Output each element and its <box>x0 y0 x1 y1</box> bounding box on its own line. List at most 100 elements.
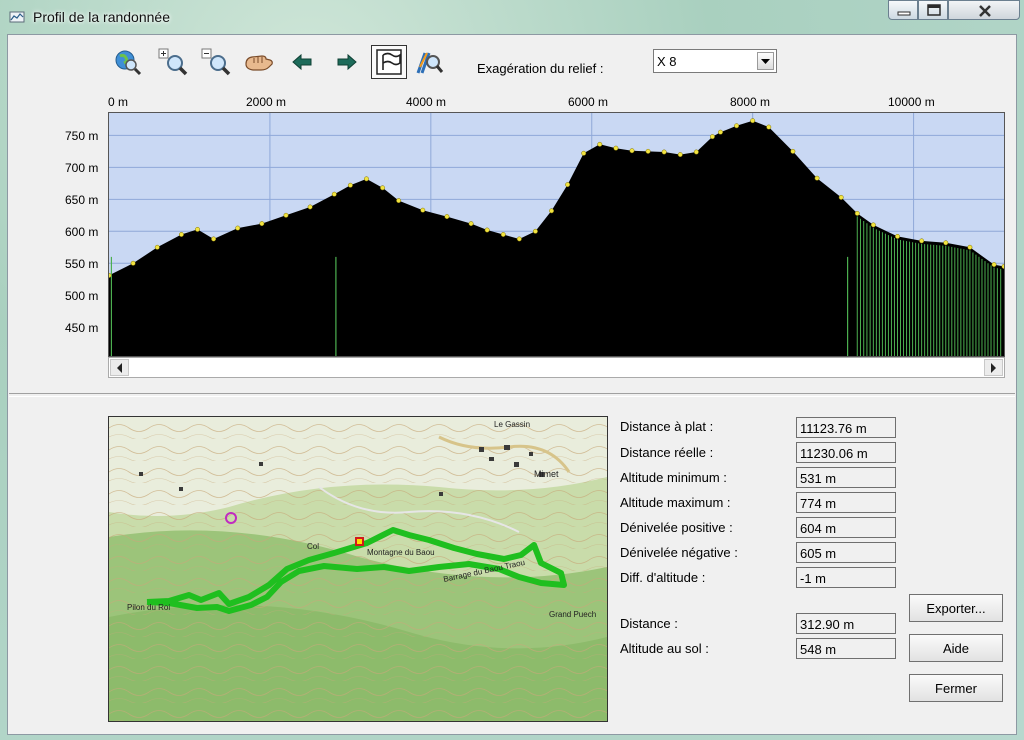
profile-point <box>178 232 184 237</box>
maximize-icon <box>927 4 941 16</box>
stat-label: Dénivelée négative : <box>620 545 738 560</box>
profile-point <box>814 175 820 181</box>
scroll-left-button[interactable] <box>110 359 129 376</box>
arrow-left-icon <box>292 53 312 71</box>
stat-value: 604 m <box>796 517 896 538</box>
chevron-down-icon <box>761 59 770 64</box>
map-svg: Pilon du Roi Col Montagne du Baou Barrag… <box>109 417 607 721</box>
map-label: Le Gassin <box>494 420 530 429</box>
cursor-distance-label: Distance : <box>620 616 678 631</box>
globe-zoom-icon <box>115 50 142 76</box>
stat-label: Distance réelle : <box>620 445 714 460</box>
profile-point <box>645 148 651 154</box>
profile-point <box>484 227 490 233</box>
zoom-out-button[interactable] <box>201 47 233 77</box>
profile-point <box>331 191 337 197</box>
elevation-profile-chart[interactable] <box>108 112 1005 357</box>
horizontal-scrollbar[interactable] <box>108 357 1005 378</box>
window-title: Profil de la randonnée <box>33 9 170 25</box>
profile-point <box>109 272 112 278</box>
export-button[interactable]: Exporter... <box>909 594 1003 622</box>
stat-value: -1 m <box>796 567 896 588</box>
app-icon <box>9 11 25 23</box>
previous-button[interactable] <box>288 47 320 77</box>
profile-point <box>838 194 844 200</box>
profile-point <box>500 232 506 237</box>
profile-point <box>1001 264 1004 269</box>
globe-zoom-button[interactable] <box>112 47 144 77</box>
profile-point <box>444 214 450 220</box>
flag-button[interactable] <box>371 45 407 79</box>
client-area: Exagération du relief : X 8 0 m 2000 m 4… <box>7 34 1017 735</box>
profile-point <box>766 124 772 130</box>
profile-point <box>750 118 756 124</box>
relief-exaggeration-value: X 8 <box>657 54 677 69</box>
profile-point <box>195 226 200 232</box>
splitter[interactable] <box>9 393 1015 397</box>
map-label: Pilon du Roi <box>127 603 170 612</box>
stat-value: 11123.76 m <box>796 417 896 438</box>
relief-exaggeration-label: Exagération du relief : <box>477 61 604 76</box>
dropdown-button[interactable] <box>757 52 774 70</box>
title-bar[interactable]: Profil de la randonnée <box>0 0 1024 34</box>
elevation-profile-svg <box>109 113 1004 356</box>
y-tick-label: 550 m <box>65 257 99 271</box>
profile-point <box>235 225 241 231</box>
help-button[interactable]: Aide <box>909 634 1003 662</box>
profile-point <box>565 182 571 188</box>
profile-point <box>532 228 538 234</box>
close-window-button[interactable] <box>948 0 1020 20</box>
scroll-right-button[interactable] <box>984 359 1003 376</box>
profile-point <box>709 134 715 140</box>
pan-hand-icon <box>245 55 273 71</box>
profile-point <box>870 222 876 228</box>
cursor-distance-value: 312.90 m <box>796 613 896 634</box>
x-tick-label: 0 m <box>108 95 129 109</box>
relief-exaggeration-select[interactable]: X 8 <box>653 49 777 73</box>
topographic-map[interactable]: Pilon du Roi Col Montagne du Baou Barrag… <box>108 416 608 722</box>
stat-value: 11230.06 m <box>796 442 896 463</box>
profile-point <box>283 212 289 218</box>
profile-point <box>130 260 136 266</box>
profile-point <box>516 236 522 242</box>
x-tick-label: 8000 m <box>730 95 771 109</box>
y-tick-label: 450 m <box>65 321 99 335</box>
arrow-right-icon <box>337 53 357 71</box>
profile-window: Profil de la randonnée Exagération du re… <box>0 0 1024 740</box>
stat-label: Altitude minimum : <box>620 470 727 485</box>
close-button[interactable]: Fermer <box>909 674 1003 702</box>
x-tick-label: 10000 m <box>888 95 935 109</box>
profile-point <box>597 141 603 147</box>
zoom-out-icon <box>201 48 231 76</box>
profile-point <box>613 145 619 151</box>
pan-button[interactable] <box>243 47 275 77</box>
stat-label: Diff. d'altitude : <box>620 570 706 585</box>
map-label: Col <box>307 542 319 551</box>
scroll-right-icon <box>991 363 996 373</box>
map-label: Montagne du Baou <box>367 548 435 557</box>
x-tick-label: 4000 m <box>406 95 447 109</box>
stat-label: Distance à plat : <box>620 419 714 434</box>
profile-point <box>790 148 796 154</box>
scroll-left-icon <box>117 363 122 373</box>
y-tick-label: 500 m <box>65 289 99 303</box>
profile-point <box>661 149 667 155</box>
profile-search-button[interactable] <box>414 47 446 77</box>
profile-point <box>380 185 386 191</box>
stat-value: 774 m <box>796 492 896 513</box>
profile-point <box>967 244 973 250</box>
maximize-button[interactable] <box>918 0 948 20</box>
y-tick-label: 600 m <box>65 225 99 239</box>
minimize-button[interactable] <box>888 0 918 20</box>
profile-point <box>364 176 369 182</box>
profile-point <box>854 210 860 216</box>
profile-point <box>259 221 265 227</box>
profile-point <box>693 149 699 155</box>
profile-point <box>943 240 949 246</box>
profile-point <box>468 221 474 227</box>
profile-point <box>734 123 740 129</box>
map-label: Mimet <box>534 469 559 479</box>
next-button[interactable] <box>329 47 361 77</box>
zoom-in-button[interactable] <box>158 47 190 77</box>
x-tick-label: 2000 m <box>246 95 287 109</box>
